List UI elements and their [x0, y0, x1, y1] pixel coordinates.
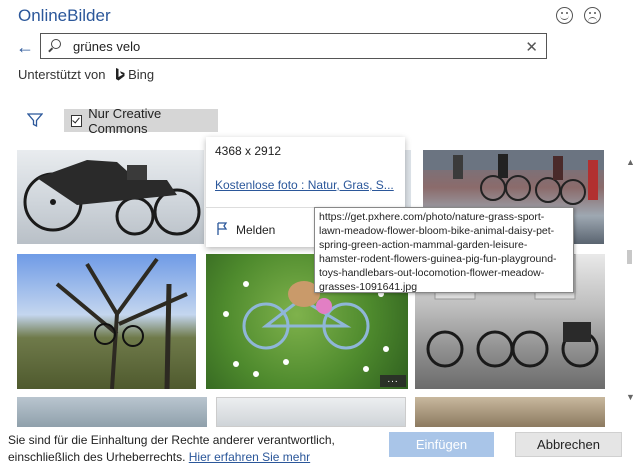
- search-icon: [51, 39, 61, 49]
- tooltip-line: grasses-1091641.jpg: [319, 281, 418, 293]
- search-box[interactable]: ✕: [40, 33, 547, 59]
- bing-logo-icon: [116, 68, 125, 81]
- bike-under-tree-illustration: [55, 257, 188, 389]
- bing-brand-label: Bing: [128, 67, 155, 82]
- vintage-car-illustration: [23, 160, 201, 236]
- creative-commons-label: Nur Creative Commons: [88, 105, 162, 136]
- funnel-icon[interactable]: [27, 112, 43, 128]
- tooltip-line: https://get.pxhere.com/photo/nature-gras…: [319, 211, 545, 223]
- tooltip-line: hamster-rodent-flowers-guinea-pig-fun-pl…: [319, 253, 557, 265]
- powered-by: Unterstützt von Bing: [18, 67, 154, 82]
- frown-face-icon[interactable]: [584, 7, 601, 24]
- powered-by-label: Unterstützt von: [18, 67, 106, 82]
- rights-disclaimer-text: einschließlich des Urheberrechts.: [8, 450, 186, 464]
- tooltip-line: toys-handlebars-out-locomotion-flower-me…: [319, 267, 545, 279]
- flag-icon[interactable]: [216, 222, 228, 236]
- search-input[interactable]: [73, 37, 513, 55]
- learn-more-link[interactable]: Hier erfahren Sie mehr: [189, 450, 310, 464]
- tooltip-line: spring-green-action-mammal-garden-leisur…: [319, 239, 528, 251]
- dialog-title: OnlineBilder: [18, 6, 111, 25]
- image-dimensions: 4368 x 2912: [215, 144, 282, 158]
- insert-button[interactable]: Einfügen: [389, 432, 494, 457]
- tooltip-line: lawn-meadow-flower-bloom-bike-animal-dai…: [319, 225, 555, 237]
- scroll-down-icon[interactable]: ▼: [626, 392, 635, 402]
- more-options-button[interactable]: ...: [380, 375, 406, 387]
- image-result-bottom-right[interactable]: [415, 397, 605, 427]
- arrow-left-icon[interactable]: ←: [16, 37, 34, 58]
- image-source-link[interactable]: Kostenlose foto : Natur, Gras, S...: [215, 178, 394, 192]
- report-label[interactable]: Melden: [236, 223, 275, 237]
- cancel-button[interactable]: Abbrechen: [515, 432, 622, 457]
- creative-commons-filter[interactable]: Nur Creative Commons: [64, 106, 218, 136]
- close-icon[interactable]: ✕: [525, 38, 538, 56]
- image-result-bottom-middle[interactable]: [216, 397, 406, 427]
- scroll-up-icon[interactable]: ▲: [626, 157, 635, 167]
- rights-disclaimer-line1: Sie sind für die Einhaltung der Rechte a…: [8, 433, 335, 447]
- image-result-vintage-car[interactable]: [17, 150, 204, 244]
- smile-face-icon[interactable]: [556, 7, 573, 24]
- creative-commons-checkbox[interactable]: [71, 114, 83, 127]
- image-url-tooltip: https://get.pxhere.com/photo/nature-gras…: [314, 207, 574, 293]
- results-scrollbar[interactable]: ▲ ▼: [622, 150, 637, 410]
- image-result-bike-under-tree[interactable]: [17, 254, 196, 389]
- image-result-bottom-left[interactable]: [17, 397, 207, 427]
- rights-disclaimer-line2: einschließlich des Urheberrechts. Hier e…: [8, 450, 310, 464]
- scroll-thumb[interactable]: [627, 250, 632, 264]
